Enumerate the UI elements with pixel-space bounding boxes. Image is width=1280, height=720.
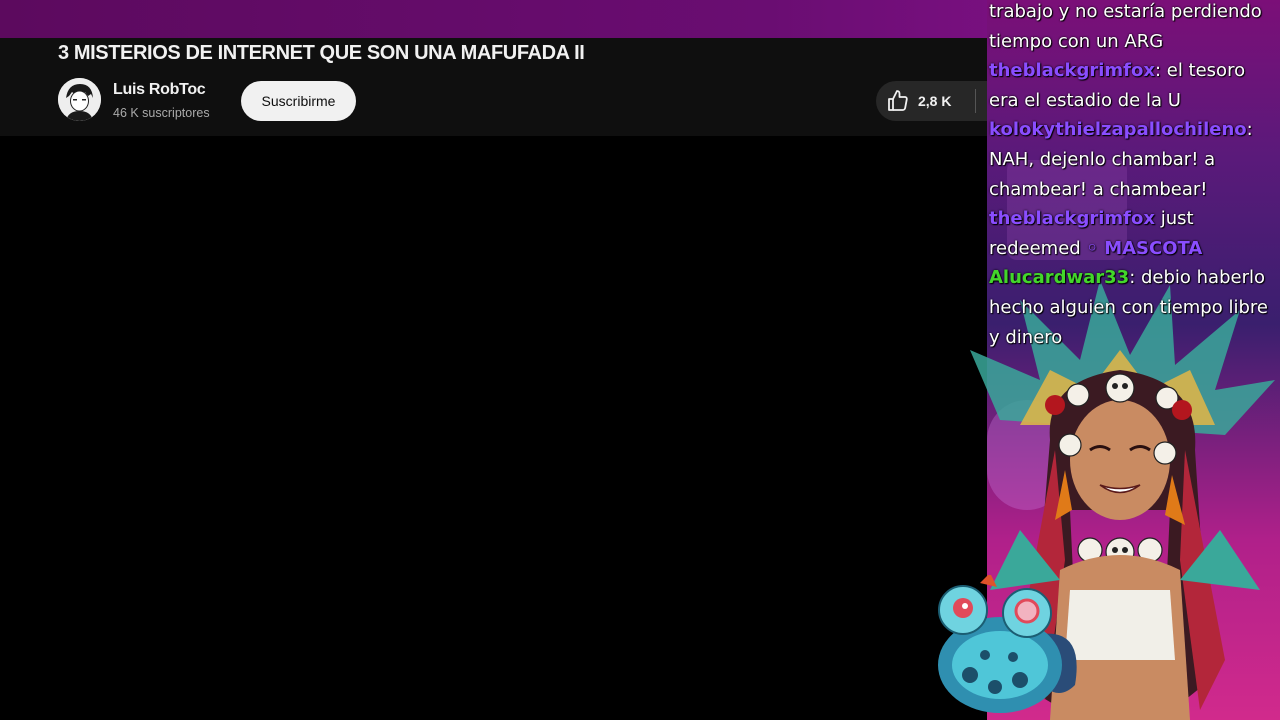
like-button[interactable]: 2,8 K [876,81,996,121]
like-dislike-divider [975,89,976,113]
chat-message: kolokythielzapallochileno: NAH, dejenlo … [989,115,1277,204]
subscriber-count: 46 K suscriptores [113,106,210,120]
chat-username: Alucardwar33 [989,267,1130,289]
chat-username: theblackgrimfox [989,60,1155,82]
chat-username: theblackgrimfox [989,208,1155,230]
chat-message: theblackgrimfox: el tesoro era el estadi… [989,56,1277,115]
stream-chat: trabajo y no estaría perdiendo tiempo co… [989,0,1277,352]
video-title: 3 MISTERIOS DE INTERNET QUE SON UNA MAFU… [58,42,585,64]
chat-text: trabajo y no estaría perdiendo tiempo co… [989,1,1262,52]
chat-message: theblackgrimfox just redeemed ◦ MASCOTA [989,204,1277,263]
video-info-panel: 3 MISTERIOS DE INTERNET QUE SON UNA MAFU… [0,38,996,136]
subscribe-button[interactable]: Suscribirme [241,81,356,121]
chat-message: trabajo y no estaría perdiendo tiempo co… [989,0,1277,56]
like-count: 2,8 K [918,93,952,109]
chat-message: Alucardwar33: debio haberlo hecho alguie… [989,263,1277,352]
mascot-pet [938,575,1077,713]
chat-username: ◦ MASCOTA [1086,237,1203,259]
chat-username: kolokythielzapallochileno [989,119,1247,141]
video-player[interactable] [0,136,987,720]
channel-name[interactable]: Luis RobToc [113,81,206,99]
thumbs-up-icon [886,89,910,113]
channel-avatar[interactable] [58,78,101,121]
